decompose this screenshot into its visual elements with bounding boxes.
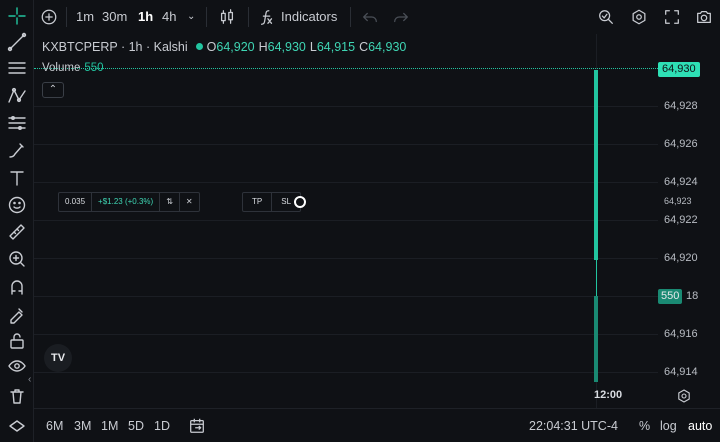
price-label: 64,922 bbox=[664, 214, 698, 226]
pattern-icon[interactable] bbox=[5, 84, 29, 108]
time-axis-label: 12:00 bbox=[594, 389, 623, 401]
drag-handle[interactable] bbox=[294, 196, 306, 208]
symbol-name[interactable]: KXBTCPERP · 1h · Kalshi bbox=[42, 40, 188, 54]
eye-icon[interactable] bbox=[5, 354, 29, 378]
interval-30m[interactable]: 30m bbox=[102, 8, 127, 26]
interval-1m[interactable]: 1m bbox=[76, 8, 94, 26]
chevron-left-icon[interactable]: ‹ bbox=[28, 374, 31, 385]
position-line-widget[interactable]: 0.035 +$1.23 (+0.3%) ⇅ ✕ bbox=[58, 192, 200, 212]
bottom-toolbar: 6M 3M 1M 5D 1D 22:04:31 UTC-4 % log auto bbox=[34, 408, 720, 442]
auto-scale-button[interactable]: auto bbox=[688, 419, 712, 433]
price-label: 64,914 bbox=[664, 366, 698, 378]
scale-settings-icon[interactable] bbox=[676, 388, 692, 404]
log-scale-button[interactable]: log bbox=[660, 419, 677, 433]
interval-4h[interactable]: 4h bbox=[162, 8, 176, 26]
candle-wick bbox=[595, 258, 597, 298]
low-value: 64,915 bbox=[316, 40, 356, 54]
volume-label: Volume bbox=[42, 62, 81, 74]
volume-bar bbox=[594, 296, 598, 382]
trash-icon[interactable] bbox=[5, 384, 29, 408]
tradingview-logo[interactable]: TV bbox=[44, 344, 72, 372]
chart-pane[interactable]: KXBTCPERP · 1h · Kalshi O64,920 H64,930 L64… bbox=[34, 34, 658, 408]
position-pnl: +$1.23 (+0.3%) bbox=[92, 193, 161, 211]
candles-icon[interactable] bbox=[216, 6, 238, 28]
camera-icon[interactable] bbox=[693, 6, 715, 28]
high-value: 64,930 bbox=[267, 40, 306, 54]
price-label: 18 bbox=[686, 290, 699, 302]
quick-search-icon[interactable] bbox=[595, 6, 617, 28]
zoom-in-icon[interactable] bbox=[5, 247, 29, 271]
volume-legend[interactable]: Volume 550 bbox=[42, 62, 104, 74]
close-position-icon[interactable]: ✕ bbox=[180, 193, 199, 211]
last-price-line bbox=[34, 68, 658, 69]
settings-icon[interactable] bbox=[628, 6, 650, 28]
market-status-dot bbox=[195, 43, 203, 50]
add-symbol-icon[interactable] bbox=[38, 6, 60, 28]
horizontal-lines-icon[interactable] bbox=[5, 56, 29, 80]
price-label: 64,926 bbox=[664, 138, 698, 150]
price-label: 64,928 bbox=[664, 100, 698, 112]
percent-scale-button[interactable]: % bbox=[639, 419, 650, 433]
clock[interactable]: 22:04:31 UTC-4 bbox=[529, 419, 618, 433]
redo-icon[interactable] bbox=[390, 6, 412, 28]
date-range-icon[interactable] bbox=[188, 417, 206, 435]
top-toolbar: 1m 30m 1h 4h ⌄ Indicators bbox=[34, 0, 720, 34]
interval-1h[interactable]: 1h bbox=[138, 8, 153, 26]
emoji-icon[interactable] bbox=[5, 193, 29, 217]
price-label: 64,920 bbox=[664, 252, 698, 264]
symbol-legend[interactable]: KXBTCPERP · 1h · Kalshi O64,920 H64,930 L64… bbox=[42, 40, 410, 54]
object-tree-icon[interactable] bbox=[5, 414, 29, 438]
reverse-position-icon[interactable]: ⇅ bbox=[160, 193, 180, 211]
collapse-legend-button[interactable]: ⌃ bbox=[42, 82, 64, 98]
price-label: 64,924 bbox=[664, 176, 698, 188]
trend-line-icon[interactable] bbox=[5, 30, 29, 54]
range-3m[interactable]: 3M bbox=[74, 419, 91, 433]
volume-tag: 550 bbox=[658, 289, 683, 304]
take-profit-button[interactable]: TP bbox=[243, 193, 273, 211]
undo-icon[interactable] bbox=[359, 6, 381, 28]
indicators-icon[interactable] bbox=[256, 6, 278, 28]
chevron-down-icon[interactable]: ⌄ bbox=[187, 8, 195, 26]
text-icon[interactable] bbox=[5, 166, 29, 190]
fullscreen-icon[interactable] bbox=[661, 6, 683, 28]
ruler-icon[interactable] bbox=[5, 220, 29, 244]
last-price-tag: 64,930 bbox=[658, 62, 700, 77]
open-value: 64,920 bbox=[216, 40, 255, 54]
price-label: 64,916 bbox=[664, 328, 698, 340]
close-value: 64,930 bbox=[368, 40, 407, 54]
crosshair-icon[interactable] bbox=[5, 4, 29, 28]
range-1m[interactable]: 1M bbox=[101, 419, 118, 433]
candle-body bbox=[594, 70, 598, 260]
lock-icon[interactable] bbox=[5, 329, 29, 353]
price-scale[interactable]: 64,930 64,928 64,926 64,924 64,923 64,92… bbox=[658, 34, 720, 408]
range-6m[interactable]: 6M bbox=[46, 419, 63, 433]
indicators-button[interactable]: Indicators bbox=[281, 8, 337, 26]
projection-icon[interactable] bbox=[5, 111, 29, 135]
range-5d[interactable]: 5D bbox=[128, 419, 144, 433]
lock-drawing-icon[interactable] bbox=[5, 302, 29, 326]
range-1d[interactable]: 1D bbox=[154, 419, 170, 433]
tpsl-widget[interactable]: TP SL bbox=[242, 192, 302, 212]
volume-value: 550 bbox=[84, 62, 104, 74]
drawing-toolbar: ‹ bbox=[0, 0, 34, 442]
price-label: 64,923 bbox=[664, 196, 692, 206]
magnet-icon[interactable] bbox=[5, 275, 29, 299]
brush-icon[interactable] bbox=[5, 139, 29, 163]
position-quantity[interactable]: 0.035 bbox=[59, 193, 93, 211]
